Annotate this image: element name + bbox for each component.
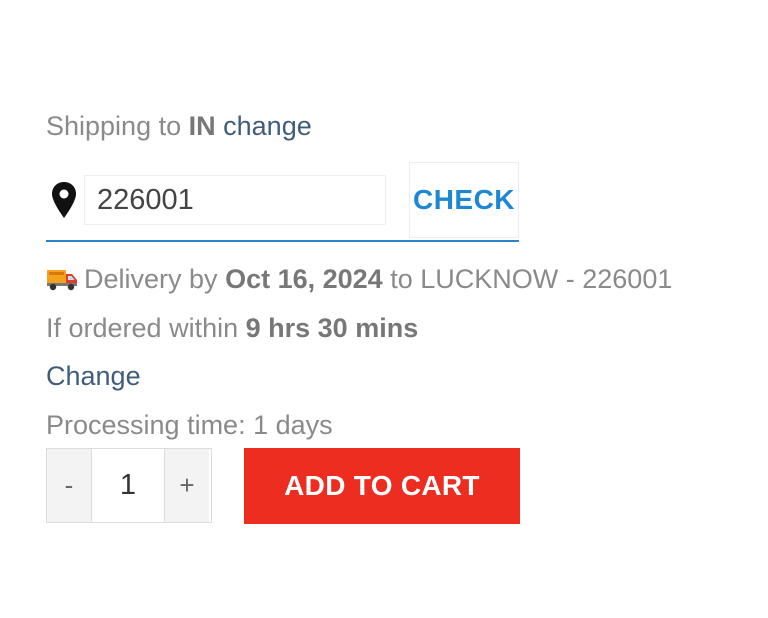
pincode-checker: CHECK (46, 162, 519, 242)
order-cutoff-line: If ordered within 9 hrs 30 mins (46, 311, 418, 345)
quantity-increase-button[interactable]: + (165, 449, 209, 522)
add-to-cart-button[interactable]: ADD TO CART (244, 448, 520, 524)
quantity-stepper: - 1 + (46, 448, 212, 523)
pincode-input[interactable] (84, 175, 386, 225)
delivery-middle: to (390, 264, 413, 294)
change-link[interactable]: Change (46, 359, 141, 393)
delivery-line: Delivery by Oct 16, 2024 to LUCKNOW - 22… (46, 262, 672, 296)
check-button[interactable]: CHECK (409, 162, 519, 238)
shipping-line: Shipping to IN change (46, 109, 312, 143)
quantity-decrease-button[interactable]: - (47, 449, 91, 522)
processing-time: Processing time: 1 days (46, 410, 333, 440)
delivery-date: Oct 16, 2024 (225, 264, 383, 294)
shipping-prefix: Shipping to (46, 111, 182, 141)
quantity-value[interactable]: 1 (91, 449, 165, 522)
delivery-prefix: Delivery by (84, 264, 218, 294)
shipping-country: IN (188, 111, 216, 141)
truck-icon (47, 270, 77, 291)
cutoff-prefix: If ordered within (46, 313, 239, 343)
delivery-location: LUCKNOW - 226001 (420, 264, 673, 294)
cutoff-time: 9 hrs 30 mins (245, 313, 419, 343)
shipping-change-link[interactable]: change (223, 111, 312, 141)
map-pin-icon (52, 182, 76, 218)
